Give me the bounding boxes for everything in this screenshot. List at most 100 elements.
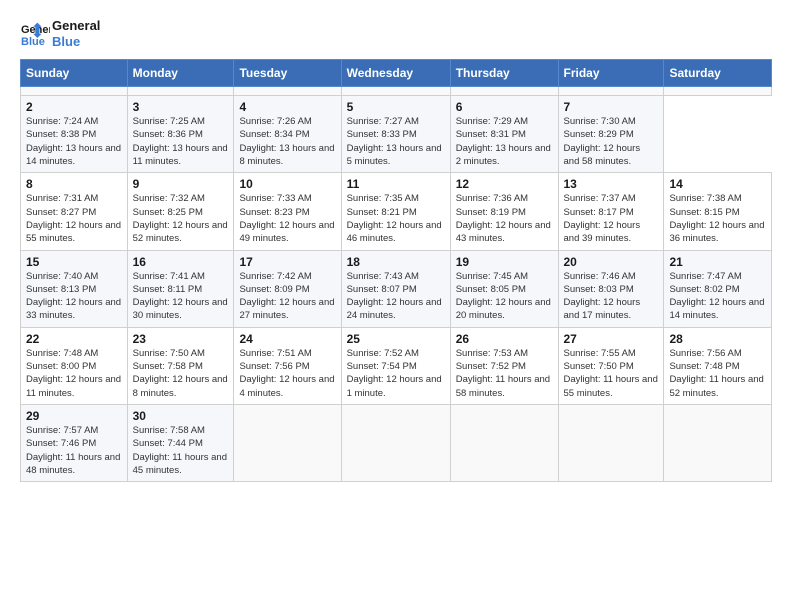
day-info: Sunrise: 7:51 AMSunset: 7:56 PMDaylight:… [239,347,335,400]
day-info: Sunrise: 7:45 AMSunset: 8:05 PMDaylight:… [456,270,553,323]
day-number: 3 [133,100,229,114]
day-info: Sunrise: 7:46 AMSunset: 8:03 PMDaylight:… [564,270,659,323]
calendar-cell: 8Sunrise: 7:31 AMSunset: 8:27 PMDaylight… [21,173,128,250]
day-info: Sunrise: 7:41 AMSunset: 8:11 PMDaylight:… [133,270,229,323]
logo-blue: Blue [52,34,100,50]
page: General Blue General Blue SundayMondayTu… [0,0,792,612]
day-info: Sunrise: 7:52 AMSunset: 7:54 PMDaylight:… [347,347,445,400]
week-row-4: 15Sunrise: 7:40 AMSunset: 8:13 PMDayligh… [21,250,772,327]
calendar-cell: 15Sunrise: 7:40 AMSunset: 8:13 PMDayligh… [21,250,128,327]
calendar-table: SundayMondayTuesdayWednesdayThursdayFrid… [20,59,772,482]
day-info: Sunrise: 7:58 AMSunset: 7:44 PMDaylight:… [133,424,229,477]
calendar-cell: 28Sunrise: 7:56 AMSunset: 7:48 PMDayligh… [664,327,772,404]
calendar-cell: 3Sunrise: 7:25 AMSunset: 8:36 PMDaylight… [127,96,234,173]
day-info: Sunrise: 7:57 AMSunset: 7:46 PMDaylight:… [26,424,122,477]
calendar-cell: 20Sunrise: 7:46 AMSunset: 8:03 PMDayligh… [558,250,664,327]
day-number: 20 [564,255,659,269]
calendar-cell: 7Sunrise: 7:30 AMSunset: 8:29 PMDaylight… [558,96,664,173]
logo-icon: General Blue [20,19,50,49]
calendar-cell: 23Sunrise: 7:50 AMSunset: 7:58 PMDayligh… [127,327,234,404]
day-number: 6 [456,100,553,114]
calendar-cell [450,87,558,96]
week-row-6: 29Sunrise: 7:57 AMSunset: 7:46 PMDayligh… [21,404,772,481]
calendar-cell [558,87,664,96]
calendar-cell [450,404,558,481]
day-number: 25 [347,332,445,346]
day-info: Sunrise: 7:40 AMSunset: 8:13 PMDaylight:… [26,270,122,323]
calendar-cell: 17Sunrise: 7:42 AMSunset: 8:09 PMDayligh… [234,250,341,327]
calendar-cell: 9Sunrise: 7:32 AMSunset: 8:25 PMDaylight… [127,173,234,250]
logo-general: General [52,18,100,34]
day-number: 4 [239,100,335,114]
col-header-thursday: Thursday [450,60,558,87]
day-info: Sunrise: 7:50 AMSunset: 7:58 PMDaylight:… [133,347,229,400]
col-header-sunday: Sunday [21,60,128,87]
calendar-cell: 4Sunrise: 7:26 AMSunset: 8:34 PMDaylight… [234,96,341,173]
day-info: Sunrise: 7:53 AMSunset: 7:52 PMDaylight:… [456,347,553,400]
svg-text:Blue: Blue [21,36,45,48]
calendar-cell: 10Sunrise: 7:33 AMSunset: 8:23 PMDayligh… [234,173,341,250]
calendar-cell: 5Sunrise: 7:27 AMSunset: 8:33 PMDaylight… [341,96,450,173]
day-number: 5 [347,100,445,114]
calendar-cell: 2Sunrise: 7:24 AMSunset: 8:38 PMDaylight… [21,96,128,173]
col-header-tuesday: Tuesday [234,60,341,87]
day-number: 22 [26,332,122,346]
week-row-2: 2Sunrise: 7:24 AMSunset: 8:38 PMDaylight… [21,96,772,173]
calendar-cell: 16Sunrise: 7:41 AMSunset: 8:11 PMDayligh… [127,250,234,327]
day-number: 14 [669,177,766,191]
header: General Blue General Blue [20,18,772,49]
col-header-monday: Monday [127,60,234,87]
day-info: Sunrise: 7:30 AMSunset: 8:29 PMDaylight:… [564,115,659,168]
day-number: 9 [133,177,229,191]
calendar-cell: 24Sunrise: 7:51 AMSunset: 7:56 PMDayligh… [234,327,341,404]
col-header-saturday: Saturday [664,60,772,87]
day-number: 26 [456,332,553,346]
logo: General Blue General Blue [20,18,100,49]
calendar-cell [664,87,772,96]
day-number: 24 [239,332,335,346]
day-number: 8 [26,177,122,191]
col-header-wednesday: Wednesday [341,60,450,87]
day-number: 30 [133,409,229,423]
week-row-1 [21,87,772,96]
day-number: 23 [133,332,229,346]
col-header-friday: Friday [558,60,664,87]
day-number: 21 [669,255,766,269]
day-info: Sunrise: 7:37 AMSunset: 8:17 PMDaylight:… [564,192,659,245]
day-number: 13 [564,177,659,191]
calendar-cell [558,404,664,481]
calendar-cell [341,404,450,481]
day-info: Sunrise: 7:25 AMSunset: 8:36 PMDaylight:… [133,115,229,168]
day-number: 10 [239,177,335,191]
calendar-cell: 25Sunrise: 7:52 AMSunset: 7:54 PMDayligh… [341,327,450,404]
day-info: Sunrise: 7:27 AMSunset: 8:33 PMDaylight:… [347,115,445,168]
calendar-cell: 18Sunrise: 7:43 AMSunset: 8:07 PMDayligh… [341,250,450,327]
day-info: Sunrise: 7:24 AMSunset: 8:38 PMDaylight:… [26,115,122,168]
day-info: Sunrise: 7:42 AMSunset: 8:09 PMDaylight:… [239,270,335,323]
day-info: Sunrise: 7:35 AMSunset: 8:21 PMDaylight:… [347,192,445,245]
day-info: Sunrise: 7:47 AMSunset: 8:02 PMDaylight:… [669,270,766,323]
calendar-cell: 27Sunrise: 7:55 AMSunset: 7:50 PMDayligh… [558,327,664,404]
day-number: 28 [669,332,766,346]
day-info: Sunrise: 7:43 AMSunset: 8:07 PMDaylight:… [347,270,445,323]
day-info: Sunrise: 7:48 AMSunset: 8:00 PMDaylight:… [26,347,122,400]
calendar-cell [664,404,772,481]
day-number: 29 [26,409,122,423]
day-info: Sunrise: 7:55 AMSunset: 7:50 PMDaylight:… [564,347,659,400]
calendar-cell: 26Sunrise: 7:53 AMSunset: 7:52 PMDayligh… [450,327,558,404]
calendar-cell: 6Sunrise: 7:29 AMSunset: 8:31 PMDaylight… [450,96,558,173]
day-info: Sunrise: 7:31 AMSunset: 8:27 PMDaylight:… [26,192,122,245]
day-info: Sunrise: 7:56 AMSunset: 7:48 PMDaylight:… [669,347,766,400]
calendar-cell: 19Sunrise: 7:45 AMSunset: 8:05 PMDayligh… [450,250,558,327]
day-number: 7 [564,100,659,114]
calendar-cell [234,87,341,96]
calendar-cell: 30Sunrise: 7:58 AMSunset: 7:44 PMDayligh… [127,404,234,481]
calendar-cell: 11Sunrise: 7:35 AMSunset: 8:21 PMDayligh… [341,173,450,250]
day-number: 16 [133,255,229,269]
day-number: 17 [239,255,335,269]
day-number: 15 [26,255,122,269]
day-number: 2 [26,100,122,114]
day-number: 11 [347,177,445,191]
day-info: Sunrise: 7:26 AMSunset: 8:34 PMDaylight:… [239,115,335,168]
calendar-cell [341,87,450,96]
